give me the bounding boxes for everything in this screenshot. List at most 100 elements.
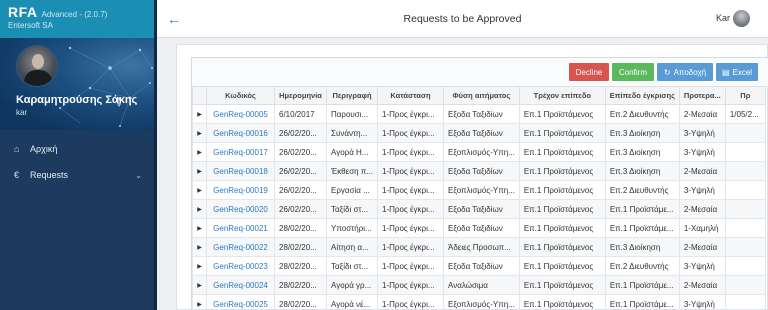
approve-button[interactable]: ↻ Αποδοχή bbox=[657, 63, 713, 81]
column-header[interactable]: Επίπεδο έγκρισης bbox=[604, 86, 680, 105]
table-cell: Επ.1 Προϊστάμενος bbox=[518, 256, 606, 276]
column-header[interactable]: Φύση αιτήματος bbox=[443, 86, 520, 105]
table-row[interactable]: ▶ GenReq-00020 26/02/20... Ταξίδι στ... 1-Πρ… bbox=[192, 199, 766, 219]
column-header[interactable]: Ημερομηνία bbox=[274, 86, 327, 105]
table-cell: 28/02/20... bbox=[274, 218, 327, 238]
table-cell: Επ.3 Διοίκηση bbox=[604, 123, 680, 143]
expand-row-icon[interactable]: ▶ bbox=[192, 161, 207, 181]
decline-button[interactable]: Decline bbox=[569, 63, 609, 81]
table-cell: Επ.1 Προϊστάμε... bbox=[604, 294, 680, 310]
sidebar-nav: ⌂ Αρχική € Requests ⌄ bbox=[0, 130, 154, 188]
table-cell bbox=[724, 294, 766, 310]
table-cell: Επ.1 Προϊστάμενος bbox=[518, 218, 606, 238]
table-cell: Επ.3 Διοίκηση bbox=[604, 237, 680, 257]
table-cell: Επ.1 Προϊστάμενος bbox=[518, 199, 606, 219]
expand-row-icon[interactable]: ▶ bbox=[192, 237, 207, 257]
table-row[interactable]: ▶ GenReq-00022 28/02/20... Αίτηση α... 1-Προ… bbox=[192, 237, 766, 257]
top-header: ← Requests to be Approved Kar bbox=[157, 0, 768, 38]
table-cell bbox=[724, 142, 766, 162]
expand-column-header bbox=[192, 86, 207, 105]
column-header[interactable]: Κωδικός bbox=[206, 86, 275, 105]
refresh-icon: ↻ bbox=[663, 67, 671, 77]
confirm-button[interactable]: Confirm bbox=[612, 63, 654, 81]
table-row[interactable]: ▶ GenReq-00016 26/02/20... Συνάντη... 1-Προς… bbox=[192, 123, 766, 143]
table-cell: Εξοπλισμός-Υπη... bbox=[443, 142, 520, 162]
request-code-link[interactable]: GenReq-00005 bbox=[206, 104, 275, 124]
table-cell: Εξοπλισμός-Υπη... bbox=[443, 294, 520, 310]
expand-row-icon[interactable]: ▶ bbox=[192, 256, 207, 276]
table-row[interactable]: ▶ GenReq-00018 26/02/20... Έκθεση π... 1-Προ… bbox=[192, 161, 766, 181]
table-cell: 28/02/20... bbox=[274, 275, 327, 295]
sidebar-item-home[interactable]: ⌂ Αρχική bbox=[0, 136, 154, 162]
expand-row-icon[interactable]: ▶ bbox=[192, 104, 207, 124]
table-cell: Ταξίδι στ... bbox=[326, 199, 378, 219]
table-cell: 2-Μεσαία bbox=[678, 199, 726, 219]
spreadsheet-icon: ▤ bbox=[721, 67, 730, 77]
request-code-link[interactable]: GenReq-00021 bbox=[206, 218, 275, 238]
table-cell: Υποστήρι... bbox=[326, 218, 378, 238]
table-cell: Επ.1 Προϊστάμενος bbox=[518, 142, 606, 162]
approve-button-label: Αποδοχή bbox=[673, 67, 707, 77]
column-header[interactable]: Πρ bbox=[724, 86, 766, 105]
table-cell bbox=[724, 199, 766, 219]
table-cell: 1-Προς έγκρι... bbox=[377, 180, 444, 200]
table-cell: 1-Προς έγκρι... bbox=[377, 218, 444, 238]
table-row[interactable]: ▶ GenReq-00017 26/02/20... Αγορά Η... 1-Προς… bbox=[192, 142, 766, 162]
table-cell: 1-Προς έγκρι... bbox=[377, 294, 444, 310]
euro-icon: € bbox=[14, 170, 20, 180]
table-cell: 1-Προς έγκρι... bbox=[377, 275, 444, 295]
table-cell: 1-Προς έγκρι... bbox=[377, 142, 444, 162]
table-row[interactable]: ▶ GenReq-00021 28/02/20... Υποστήρι... 1-Προ… bbox=[192, 218, 766, 238]
home-icon: ⌂ bbox=[14, 144, 20, 154]
expand-row-icon[interactable]: ▶ bbox=[192, 218, 207, 238]
header-avatar[interactable] bbox=[733, 10, 750, 27]
brand-header: RFA Advanced - (2.0.7) Entersoft SA bbox=[0, 0, 154, 38]
request-code-link[interactable]: GenReq-00018 bbox=[206, 161, 275, 181]
requests-grid: Decline Confirm ↻ Αποδοχή ▤ Excel Κωδικό… bbox=[191, 57, 768, 310]
column-header[interactable]: Προτερα... bbox=[678, 86, 726, 105]
request-code-link[interactable]: GenReq-00016 bbox=[206, 123, 275, 143]
request-code-link[interactable]: GenReq-00024 bbox=[206, 275, 275, 295]
column-header[interactable]: Κατάσταση bbox=[377, 86, 444, 105]
table-row[interactable]: ▶ GenReq-00024 28/02/20... Αγορά γρ... 1-Προ… bbox=[192, 275, 766, 295]
header-user-name[interactable]: Kar bbox=[716, 13, 730, 23]
requests-table: Κωδικός Ημερομηνία Περιγραφή Κατάσταση Φ… bbox=[192, 86, 766, 310]
sidebar-item-label: Requests bbox=[30, 170, 69, 180]
column-header[interactable]: Περιγραφή bbox=[326, 86, 378, 105]
table-cell: 3-Υψηλή bbox=[678, 142, 726, 162]
table-cell: 2-Μεσαία bbox=[678, 104, 726, 124]
table-row[interactable]: ▶ GenReq-00025 28/02/20... Αγορά νέ... 1-Προ… bbox=[192, 294, 766, 310]
sidebar-item-requests[interactable]: € Requests ⌄ bbox=[0, 162, 154, 188]
table-cell: Επ.1 Προϊστάμενος bbox=[518, 180, 606, 200]
table-row[interactable]: ▶ GenReq-00019 26/02/20... Εργασία ... 1-Προ… bbox=[192, 180, 766, 200]
excel-button-label: Excel bbox=[732, 67, 753, 77]
request-code-link[interactable]: GenReq-00017 bbox=[206, 142, 275, 162]
expand-row-icon[interactable]: ▶ bbox=[192, 199, 207, 219]
expand-row-icon[interactable]: ▶ bbox=[192, 294, 207, 310]
table-cell: Αναλώσιμα bbox=[443, 275, 520, 295]
request-code-link[interactable]: GenReq-00019 bbox=[206, 180, 275, 200]
table-cell: 1-Προς έγκρι... bbox=[377, 123, 444, 143]
request-code-link[interactable]: GenReq-00022 bbox=[206, 237, 275, 257]
table-body: ▶ GenReq-00005 6/10/2017 Παρουσι... 1-Προς έ… bbox=[192, 104, 766, 310]
request-code-link[interactable]: GenReq-00020 bbox=[206, 199, 275, 219]
table-row[interactable]: ▶ GenReq-00005 6/10/2017 Παρουσι... 1-Προς έ… bbox=[192, 104, 766, 124]
table-cell: Επ.1 Προϊστάμενος bbox=[518, 161, 606, 181]
table-cell: Αίτηση α... bbox=[326, 237, 378, 257]
table-cell: Εξοπλισμός-Υπη... bbox=[443, 180, 520, 200]
expand-row-icon[interactable]: ▶ bbox=[192, 123, 207, 143]
app-name: RFA bbox=[8, 4, 38, 20]
request-code-link[interactable]: GenReq-00023 bbox=[206, 256, 275, 276]
column-header[interactable]: Τρέχον επίπεδο bbox=[518, 86, 606, 105]
expand-row-icon[interactable]: ▶ bbox=[192, 275, 207, 295]
table-cell: 2-Μεσαία bbox=[678, 237, 726, 257]
table-cell: 3-Υψηλή bbox=[678, 123, 726, 143]
expand-row-icon[interactable]: ▶ bbox=[192, 180, 207, 200]
sidebar: RFA Advanced - (2.0.7) Entersoft SA Καρα… bbox=[0, 0, 157, 310]
excel-export-button[interactable]: ▤ Excel bbox=[716, 63, 758, 81]
avatar bbox=[16, 45, 58, 87]
expand-row-icon[interactable]: ▶ bbox=[192, 142, 207, 162]
table-cell: 28/02/20... bbox=[274, 294, 327, 310]
request-code-link[interactable]: GenReq-00025 bbox=[206, 294, 275, 310]
table-row[interactable]: ▶ GenReq-00023 28/02/20... Ταξίδι στ... 1-Πρ… bbox=[192, 256, 766, 276]
